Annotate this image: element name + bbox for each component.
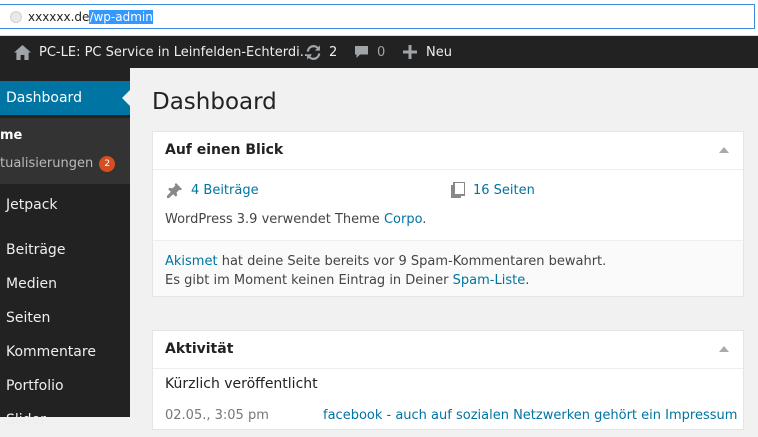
menu-dashboard[interactable]: Dashboard: [0, 81, 130, 115]
glance-posts[interactable]: 4 Beiträge: [167, 182, 259, 198]
pin-icon: [167, 183, 182, 198]
home-icon: [14, 44, 31, 60]
browser-url-bar: xxxxxx.de/wp-admin: [0, 0, 758, 36]
new-content-menu[interactable]: Neu: [403, 36, 452, 68]
recent-post-link[interactable]: facebook - auch auf sozialen Netzwerken …: [323, 408, 737, 423]
activity-header[interactable]: Aktivität: [153, 331, 743, 369]
activity-title: Aktivität: [165, 341, 234, 357]
submenu-updates-label: tualisierungen: [0, 156, 94, 171]
admin-bar: PC-LE: PC Service in Leinfelden-Echterdi…: [0, 36, 758, 68]
menu-media[interactable]: Medien: [0, 267, 130, 301]
glance-akismet-section: Akismet hat deine Seite bereits vor 9 Sp…: [152, 240, 744, 297]
submenu-updates[interactable]: tualisierungen 2: [0, 156, 116, 172]
site-name-menu[interactable]: PC-LE: PC Service in Leinfelden-Echterdi…: [14, 36, 312, 68]
menu-portfolio[interactable]: Portfolio: [0, 369, 130, 403]
menu-pages[interactable]: Seiten: [0, 301, 130, 335]
dashboard-submenu: me tualisierungen 2: [0, 118, 130, 184]
address-field[interactable]: xxxxxx.de/wp-admin: [0, 4, 755, 29]
glance-header[interactable]: Auf einen Blick: [153, 132, 743, 170]
updates-menu[interactable]: 2: [305, 36, 337, 68]
glance-pages[interactable]: 16 Seiten: [451, 182, 535, 198]
akismet-text: hat deine Seite bereits vor 9 Spam-Komme…: [217, 254, 607, 269]
pages-icon: [451, 182, 465, 198]
updates-badge: 2: [99, 156, 116, 172]
akismet-link[interactable]: Akismet: [165, 254, 218, 269]
menu-jetpack[interactable]: Jetpack: [0, 188, 130, 222]
globe-icon: [10, 11, 22, 23]
url-host: xxxxxx.de: [28, 10, 90, 24]
comment-icon: [355, 46, 368, 58]
glance-title: Auf einen Blick: [165, 142, 284, 158]
posts-count-link[interactable]: 4 Beiträge: [191, 183, 259, 198]
url-text[interactable]: xxxxxx.de/wp-admin: [28, 10, 153, 24]
admin-sidebar: Dashboard me tualisierungen 2 Jetpack Bei…: [0, 68, 130, 428]
spam-list-link[interactable]: Spam-Liste: [453, 273, 526, 288]
activity-widget: Aktivität Kürzlich veröffentlicht 02.05.…: [152, 330, 744, 430]
new-label: Neu: [426, 44, 452, 60]
comments-menu[interactable]: 0: [354, 36, 385, 68]
spam-suffix: .: [525, 273, 530, 288]
spam-prefix: Es gibt im Moment keinen Eintrag in Dein…: [165, 273, 453, 288]
updates-count: 2: [329, 44, 338, 60]
wordpress-version-text: WordPress 3.9 verwendet Theme Corpo.: [165, 212, 426, 227]
glance-widget: Auf einen Blick 4 Beiträge 16 Seiten Wor…: [152, 131, 744, 241]
page-title: Dashboard: [152, 89, 277, 115]
theme-prefix: WordPress 3.9 verwendet Theme: [165, 212, 384, 227]
spam-line: Es gibt im Moment keinen Eintrag in Dein…: [165, 273, 529, 288]
plus-icon: [403, 45, 417, 59]
comments-count: 0: [377, 44, 386, 60]
pages-count-link[interactable]: 16 Seiten: [473, 183, 535, 198]
recent-heading: Kürzlich veröffentlicht: [165, 376, 318, 392]
theme-link[interactable]: Corpo: [384, 212, 422, 227]
update-icon: [306, 44, 321, 60]
menu-slider[interactable]: Slider: [0, 403, 130, 437]
akismet-line: Akismet hat deine Seite bereits vor 9 Sp…: [165, 254, 606, 269]
recent-date: 02.05., 3:05 pm: [165, 408, 269, 423]
url-path-selected: /wp-admin: [89, 10, 153, 24]
collapse-arrow-icon[interactable]: [719, 346, 729, 352]
menu-comments[interactable]: Kommentare: [0, 335, 130, 369]
site-name: PC-LE: PC Service in Leinfelden-Echterdi…: [39, 44, 313, 60]
collapse-arrow-icon[interactable]: [719, 147, 729, 153]
submenu-home[interactable]: me: [0, 128, 22, 143]
theme-suffix: .: [422, 212, 427, 227]
menu-posts[interactable]: Beiträge: [0, 233, 130, 267]
